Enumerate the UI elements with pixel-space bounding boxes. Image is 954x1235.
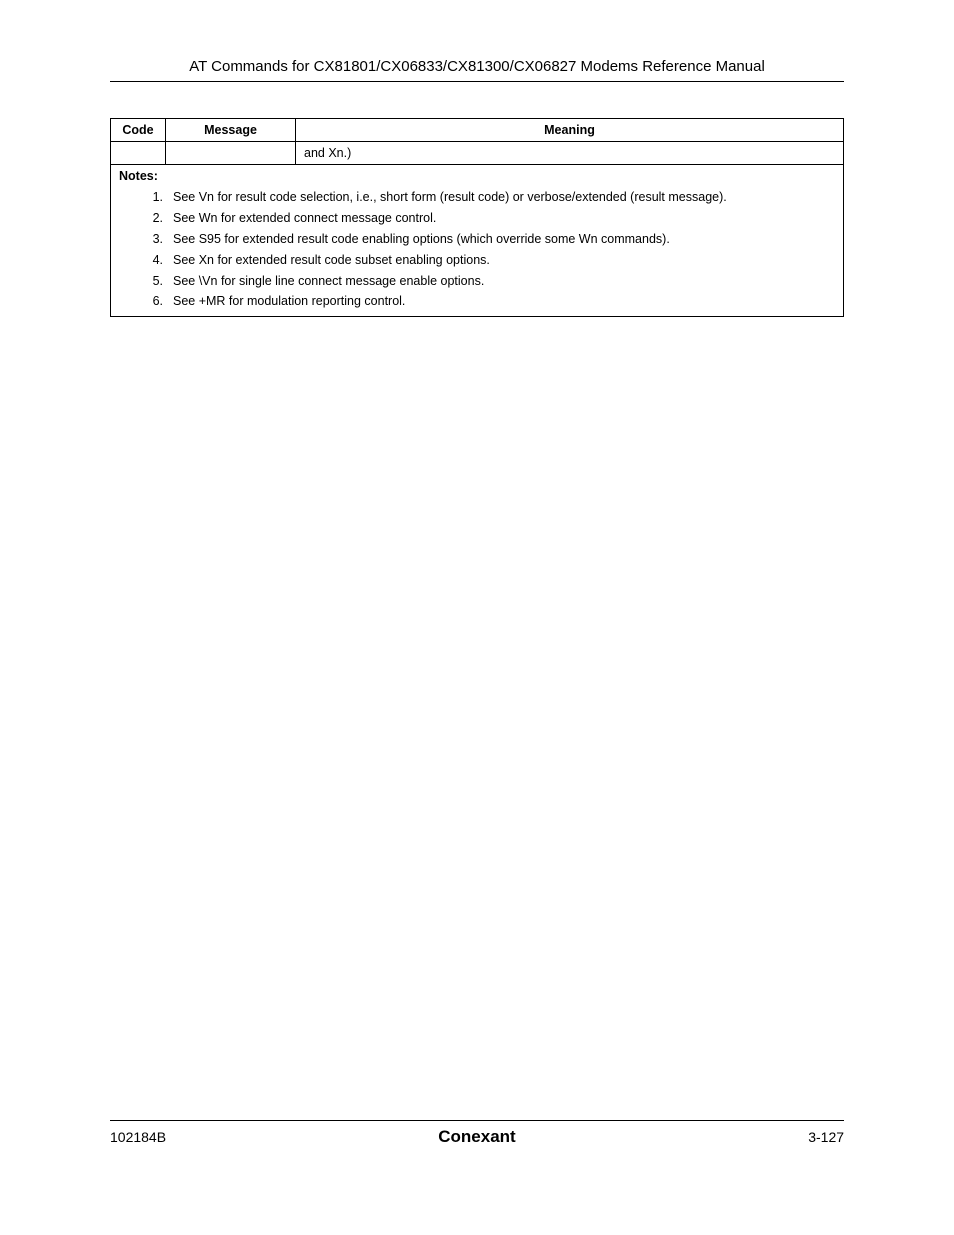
- page-footer: 102184B Conexant 3-127: [110, 1120, 844, 1147]
- notes-label: Notes:: [119, 169, 835, 183]
- cell-message: [166, 142, 296, 165]
- col-header-code: Code: [111, 119, 166, 142]
- page-header-title: AT Commands for CX81801/CX06833/CX81300/…: [110, 58, 844, 82]
- note-item: 4. See Xn for extended result code subse…: [137, 250, 727, 271]
- note-item: 1. See Vn for result code selection, i.e…: [137, 187, 727, 208]
- cell-meaning: and Xn.): [296, 142, 844, 165]
- note-text: See S95 for extended result code enablin…: [173, 229, 727, 250]
- note-text: See Wn for extended connect message cont…: [173, 208, 727, 229]
- cell-code: [111, 142, 166, 165]
- footer-doc-number: 102184B: [110, 1129, 355, 1145]
- table-notes-row: Notes: 1. See Vn for result code selecti…: [111, 165, 844, 317]
- note-item: 5. See \Vn for single line connect messa…: [137, 271, 727, 292]
- col-header-meaning: Meaning: [296, 119, 844, 142]
- footer-page-number: 3-127: [599, 1129, 844, 1145]
- note-number: 6.: [137, 291, 173, 312]
- note-item: 6. See +MR for modulation reporting cont…: [137, 291, 727, 312]
- note-text: See \Vn for single line connect message …: [173, 271, 727, 292]
- note-number: 2.: [137, 208, 173, 229]
- notes-list: 1. See Vn for result code selection, i.e…: [137, 187, 727, 312]
- note-item: 3. See S95 for extended result code enab…: [137, 229, 727, 250]
- page: AT Commands for CX81801/CX06833/CX81300/…: [0, 0, 954, 1235]
- notes-cell: Notes: 1. See Vn for result code selecti…: [111, 165, 844, 317]
- footer-brand: Conexant: [355, 1127, 600, 1147]
- note-text: See Vn for result code selection, i.e., …: [173, 187, 727, 208]
- note-text: See Xn for extended result code subset e…: [173, 250, 727, 271]
- col-header-message: Message: [166, 119, 296, 142]
- result-code-table: Code Message Meaning and Xn.) Notes: 1. …: [110, 118, 844, 317]
- table-row: and Xn.): [111, 142, 844, 165]
- table-header-row: Code Message Meaning: [111, 119, 844, 142]
- note-number: 5.: [137, 271, 173, 292]
- note-item: 2. See Wn for extended connect message c…: [137, 208, 727, 229]
- note-number: 1.: [137, 187, 173, 208]
- note-number: 4.: [137, 250, 173, 271]
- note-text: See +MR for modulation reporting control…: [173, 291, 727, 312]
- note-number: 3.: [137, 229, 173, 250]
